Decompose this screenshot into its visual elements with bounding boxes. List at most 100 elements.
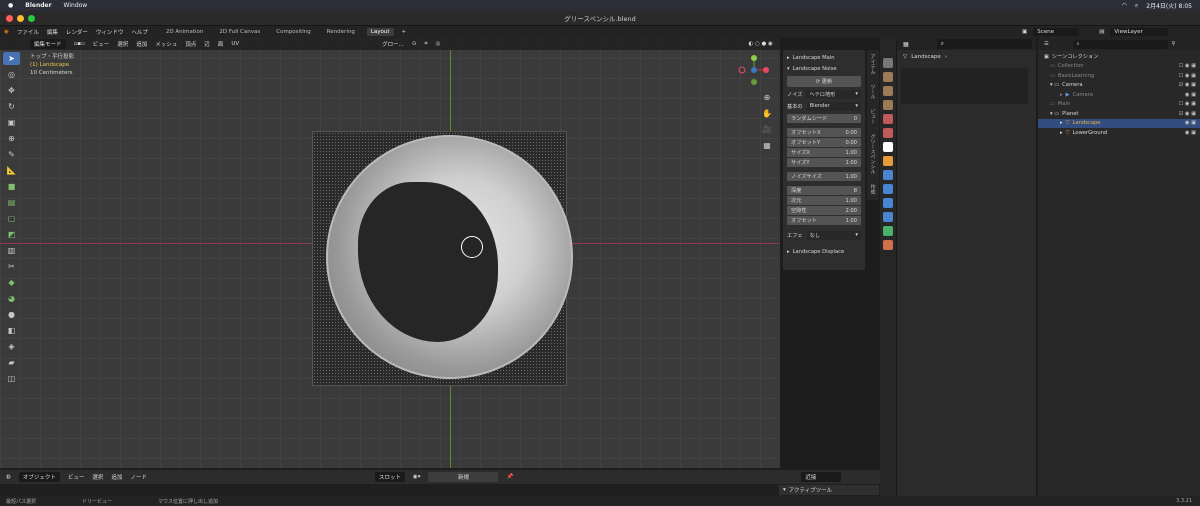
scene-props-icon[interactable]: [883, 114, 893, 124]
offset-y-field[interactable]: オフセットY 0.00: [787, 138, 861, 147]
add-cube-tool-icon[interactable]: ■: [3, 180, 20, 193]
tab-create[interactable]: 作成: [870, 184, 877, 194]
props-list-area[interactable]: [901, 68, 1028, 104]
tab-2d-full-canvas[interactable]: 2D Full Canvas: [215, 28, 264, 36]
basis-dropdown[interactable]: Blender ▾: [806, 101, 861, 111]
menu-add[interactable]: 追加: [136, 40, 147, 48]
3d-cursor[interactable]: [461, 236, 483, 258]
output-props-icon[interactable]: [883, 86, 893, 96]
mac-app-name[interactable]: Blender: [25, 2, 51, 9]
menu-add-bottom[interactable]: 追加: [111, 473, 122, 481]
cursor-tool-icon[interactable]: ◎: [3, 68, 20, 81]
knife-tool-icon[interactable]: ✂: [3, 260, 20, 273]
extrude-tool-icon[interactable]: ▤: [3, 196, 20, 209]
view-layer-props-icon[interactable]: [883, 100, 893, 110]
menu-mesh[interactable]: メッシュ: [155, 40, 177, 48]
refresh-button[interactable]: ⟳ 更新: [787, 76, 861, 87]
transform-tool-icon[interactable]: ⊕: [3, 132, 20, 145]
offset-field[interactable]: オフセット 1.00: [787, 216, 861, 225]
noise-type-dropdown[interactable]: ヘテロ地形 ▾: [806, 89, 861, 99]
outliner-row-planet[interactable]: ▾ ▭ Planet ☑ ◉ ▣: [1038, 109, 1200, 119]
outliner-row-landscape[interactable]: ▸ ▽ Landscape ◉ ▣: [1038, 118, 1200, 128]
outliner-scene-collection[interactable]: ▣ シーンコレクション: [1038, 52, 1200, 62]
new-material-button[interactable]: 新規: [428, 472, 499, 482]
transform-orientation-dropdown[interactable]: グロー...: [382, 40, 404, 48]
outliner-row-camera-collection[interactable]: ▾ ▭ Camera ☑ ◉ ▣: [1038, 81, 1200, 91]
rip-tool-icon[interactable]: ◫: [3, 372, 20, 385]
annotate-tool-icon[interactable]: ✎: [3, 148, 20, 161]
shrink-tool-icon[interactable]: ◈: [3, 340, 20, 353]
properties-editor-type-icon[interactable]: ▦: [903, 41, 909, 48]
search-icon[interactable]: ⌕: [1135, 2, 1138, 10]
near-dropdown[interactable]: 近接: [801, 472, 842, 482]
blender-logo-icon[interactable]: ◉: [4, 29, 9, 35]
properties-search[interactable]: ⌕: [936, 39, 1032, 49]
tab-layout[interactable]: Layout: [366, 28, 394, 36]
editor-type-icon[interactable]: ◍: [6, 474, 11, 480]
menu-render[interactable]: レンダー: [66, 28, 88, 36]
pivot-icon[interactable]: ⊙: [412, 41, 417, 47]
menu-file[interactable]: ファイル: [17, 28, 39, 36]
collection-props-icon[interactable]: [883, 142, 893, 152]
outliner-row-camera[interactable]: ▸ ▶ Camera ◉ ▣: [1038, 90, 1200, 100]
tool-props-icon[interactable]: [883, 58, 893, 68]
noise-size-field[interactable]: ノイズサイズ 1.00: [787, 172, 861, 181]
menu-face[interactable]: 面: [218, 40, 224, 48]
dimension-field[interactable]: 次元 1.00: [787, 196, 861, 205]
random-seed-field[interactable]: ランダムシード 0: [787, 114, 861, 123]
material-browse-icon[interactable]: ◉▾: [413, 474, 421, 480]
object-props-icon[interactable]: [883, 156, 893, 166]
inset-tool-icon[interactable]: ▢: [3, 212, 20, 225]
menu-uv[interactable]: UV: [231, 41, 239, 47]
smooth-tool-icon[interactable]: ●: [3, 308, 20, 321]
wifi-icon[interactable]: ◠: [1122, 2, 1127, 9]
outliner-row-lowerground[interactable]: ▸ ▽ LowerGround ◉ ▣: [1038, 128, 1200, 138]
tab-item[interactable]: アイテム: [870, 54, 877, 74]
outliner-type-icon[interactable]: ☰: [1044, 41, 1049, 47]
mac-clock[interactable]: 2月4日(火) 8:05: [1146, 1, 1192, 10]
navigation-gizmo[interactable]: [736, 52, 772, 88]
outliner-row-basiclearning[interactable]: ▭ BasicLearning ☐ ◉ ▣: [1038, 71, 1200, 81]
select-tool-icon[interactable]: ➤: [3, 52, 20, 65]
vertex-select-icon[interactable]: ▫▪▫: [74, 41, 85, 47]
shear-tool-icon[interactable]: ▰: [3, 356, 20, 369]
data-props-icon[interactable]: [883, 226, 893, 236]
physics-props-icon[interactable]: [883, 198, 893, 208]
size-x-field[interactable]: サイズX 1.00: [787, 148, 861, 157]
shading-icons[interactable]: ◐ ○ ● ◉: [748, 41, 772, 47]
effect-dropdown[interactable]: なし ▾: [806, 230, 861, 240]
rotate-tool-icon[interactable]: ↻: [3, 100, 20, 113]
tab-rendering[interactable]: Rendering: [323, 28, 359, 36]
menu-view[interactable]: ビュー: [93, 40, 110, 48]
ortho-grid-icon[interactable]: ▦: [760, 141, 774, 155]
particles-props-icon[interactable]: [883, 184, 893, 194]
proportional-icon[interactable]: ◎: [436, 41, 441, 47]
menu-edit[interactable]: 編集: [47, 28, 58, 36]
menu-select[interactable]: 選択: [117, 40, 128, 48]
section-landscape-main[interactable]: ▸ Landscape Main: [787, 52, 861, 63]
edge-slide-tool-icon[interactable]: ◧: [3, 324, 20, 337]
size-y-field[interactable]: サイズY 1.00: [787, 158, 861, 167]
tab-grease-pencil[interactable]: グリースペンシル: [870, 134, 877, 174]
filter-icon[interactable]: ⚲: [1172, 41, 1176, 47]
material-props-icon[interactable]: [883, 240, 893, 250]
offset-x-field[interactable]: オフセットX 0.00: [787, 128, 861, 137]
active-tool-panel[interactable]: ▾ アクティブツール: [779, 485, 879, 495]
tab-view[interactable]: ビュー: [870, 109, 877, 124]
zoom-window-button[interactable]: [28, 15, 35, 22]
menu-view-bottom[interactable]: ビュー: [68, 473, 85, 481]
menu-window[interactable]: ウィンドウ: [96, 28, 124, 36]
menu-select-bottom[interactable]: 選択: [92, 473, 103, 481]
scale-tool-icon[interactable]: ▣: [3, 116, 20, 129]
zoom-icon[interactable]: ⊕: [760, 93, 774, 107]
3d-viewport[interactable]: 編集モード ▫▪▫ ビュー 選択 追加 メッシュ 頂点 辺 面 UV グロー..…: [0, 38, 780, 468]
minimize-window-button[interactable]: [17, 15, 24, 22]
mac-menu-window[interactable]: Window: [64, 2, 88, 9]
outliner-search[interactable]: ⌕: [1072, 39, 1168, 49]
slot-dropdown[interactable]: スロット: [374, 472, 405, 482]
bevel-tool-icon[interactable]: ◩: [3, 228, 20, 241]
outliner-row-collection[interactable]: ▭ Collection ☐ ◉ ▣: [1038, 62, 1200, 72]
mode-dropdown[interactable]: 編集モード: [30, 39, 66, 49]
loop-cut-tool-icon[interactable]: ▥: [3, 244, 20, 257]
planet-sphere[interactable]: [326, 135, 573, 379]
